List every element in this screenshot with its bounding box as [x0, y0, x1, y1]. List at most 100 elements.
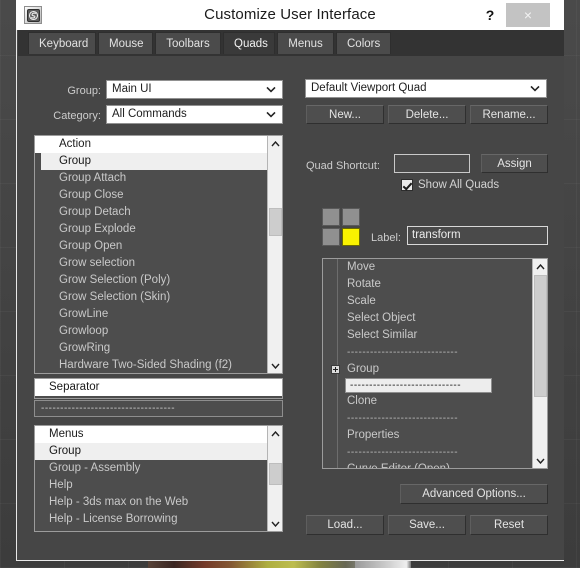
reset-button[interactable]: Reset: [470, 515, 548, 535]
list-item[interactable]: Hardware Two-Sided Shading (f2): [35, 357, 267, 373]
list-item-separator[interactable]: -----------------------------: [323, 444, 532, 461]
quadset-combobox[interactable]: Default Viewport Quad: [305, 79, 547, 98]
title-bar[interactable]: Customize User Interface ? ×: [16, 0, 564, 30]
quad-label-input[interactable]: transform: [407, 226, 548, 245]
group-label: Group:: [67, 85, 101, 97]
list-item[interactable]: Group Attach: [35, 170, 267, 187]
list-item[interactable]: Growloop: [35, 323, 267, 340]
commands-scrollbar-thumb[interactable]: [269, 208, 282, 236]
category-combobox[interactable]: All Commands: [106, 105, 283, 124]
quad-shortcut-input[interactable]: [394, 154, 470, 173]
separator-dash-field[interactable]: -----------------------------------: [34, 400, 283, 417]
save-button[interactable]: Save...: [388, 515, 466, 535]
list-item[interactable]: Group: [323, 361, 532, 378]
quad-items-scrollbar-thumb[interactable]: [534, 275, 547, 397]
list-item[interactable]: GrowLine: [35, 306, 267, 323]
assign-shortcut-button[interactable]: Assign: [481, 154, 548, 173]
list-item-label: Select Similar: [347, 329, 418, 341]
list-item[interactable]: Grow Selection (Skin): [35, 289, 267, 306]
quad-cell-bottom-left[interactable]: [322, 228, 340, 246]
menus-listbox[interactable]: Menus Group Group - Assembly Help Help - 3d…: [34, 425, 283, 532]
show-all-quads-label: Show All Quads: [418, 179, 500, 191]
menus-scrollbar-thumb[interactable]: [269, 463, 282, 485]
commands-scrollbar[interactable]: [267, 136, 282, 373]
dialog-body: Group: Main UI Category: All Commands Ac…: [18, 56, 564, 560]
list-item-label: Scale: [347, 295, 376, 307]
customize-user-interface-dialog: Keyboard Mouse Toolbars Quads Menus Colors Gr…: [16, 0, 564, 561]
tab-label: Colors: [347, 38, 381, 50]
quad-items-listbox[interactable]: Move Rotate Scale Select Object Select Simil…: [322, 258, 548, 469]
list-item[interactable]: Help: [35, 477, 267, 494]
list-item[interactable]: Group Close: [35, 187, 267, 204]
scroll-down-icon[interactable]: [268, 358, 282, 373]
tab-quads[interactable]: Quads: [223, 32, 275, 54]
list-item[interactable]: GrowRing: [35, 340, 267, 357]
quad-cell-top-left[interactable]: [322, 208, 340, 226]
scroll-down-icon[interactable]: [533, 453, 547, 468]
list-item-separator[interactable]: -----------------------------: [323, 410, 532, 427]
quad-layout-grid[interactable]: [322, 208, 362, 248]
scroll-down-icon[interactable]: [268, 516, 282, 531]
menus-rows-container: Group Group - Assembly Help Help - 3ds max …: [35, 443, 267, 528]
quad-cell-bottom-right[interactable]: [342, 228, 360, 246]
list-item[interactable]: Scale: [323, 293, 532, 310]
menus-list-header: Menus: [35, 426, 267, 443]
load-button[interactable]: Load...: [306, 515, 384, 535]
delete-quadset-button[interactable]: Delete...: [388, 105, 466, 124]
list-item[interactable]: Properties: [323, 427, 532, 444]
rename-quadset-button[interactable]: Rename...: [470, 105, 548, 124]
tab-label: Mouse: [109, 38, 144, 50]
group-combobox[interactable]: Main UI: [106, 80, 283, 99]
close-button[interactable]: ×: [506, 3, 550, 27]
scroll-up-icon[interactable]: [268, 136, 282, 151]
list-item[interactable]: Grow selection: [35, 255, 267, 272]
checkbox-check-icon: [401, 179, 413, 191]
commands-list-header: Action: [35, 136, 267, 153]
list-item[interactable]: Group Explode: [35, 221, 267, 238]
quad-rows-container: Move Rotate Scale Select Object Select Simil…: [323, 259, 532, 468]
list-item[interactable]: Group Detach: [35, 204, 267, 221]
list-item[interactable]: Grow Selection (Poly): [35, 272, 267, 289]
list-item[interactable]: Group Open: [35, 238, 267, 255]
tab-label: Toolbars: [166, 38, 210, 50]
list-item[interactable]: Select Similar: [323, 327, 532, 344]
expand-plus-icon[interactable]: [331, 365, 340, 374]
tab-label: Quads: [234, 38, 268, 50]
menus-scrollbar[interactable]: [267, 426, 282, 531]
tab-toolbars[interactable]: Toolbars: [155, 32, 221, 54]
list-item[interactable]: Select Object: [323, 310, 532, 327]
separator-box[interactable]: Separator: [34, 378, 283, 399]
list-item-separator-selected[interactable]: -----------------------------: [345, 378, 492, 393]
list-item[interactable]: Clone: [323, 393, 532, 410]
list-item[interactable]: Curve Editor (Open): [323, 461, 532, 468]
new-quadset-button[interactable]: New...: [306, 105, 384, 124]
list-item-label: Clone: [347, 395, 378, 407]
tab-colors[interactable]: Colors: [336, 32, 391, 54]
list-item[interactable]: Group: [35, 443, 267, 460]
tab-keyboard[interactable]: Keyboard: [28, 32, 96, 54]
commands-listbox[interactable]: Action Group Group Attach Group Close Group…: [34, 135, 283, 374]
list-item[interactable]: Help - 3ds max on the Web: [35, 494, 267, 511]
tab-strip: Keyboard Mouse Toolbars Quads Menus Colors: [18, 29, 564, 57]
tab-mouse[interactable]: Mouse: [98, 32, 153, 54]
list-item[interactable]: Move: [323, 259, 532, 276]
tab-label: Keyboard: [39, 38, 89, 50]
scroll-up-icon[interactable]: [533, 259, 547, 274]
list-item-label: Properties: [347, 429, 400, 441]
3dsmax-logo-icon: [24, 6, 42, 24]
quad-items-scrollbar[interactable]: [532, 259, 547, 468]
chevron-down-icon: [264, 81, 278, 98]
help-button[interactable]: ?: [478, 3, 502, 27]
scroll-up-icon[interactable]: [268, 426, 282, 441]
show-all-quads-checkbox[interactable]: Show All Quads: [401, 179, 499, 191]
list-item[interactable]: Group: [41, 153, 267, 170]
list-item-separator[interactable]: -----------------------------: [323, 344, 532, 361]
advanced-options-button[interactable]: Advanced Options...: [400, 484, 548, 504]
quad-shortcut-label: Quad Shortcut:: [306, 160, 380, 172]
list-item[interactable]: Rotate: [323, 276, 532, 293]
list-item[interactable]: Help - License Borrowing: [35, 511, 267, 528]
quad-cell-top-right[interactable]: [342, 208, 360, 226]
tab-label: Menus: [288, 38, 323, 50]
tab-menus[interactable]: Menus: [277, 32, 334, 54]
list-item[interactable]: Group - Assembly: [35, 460, 267, 477]
